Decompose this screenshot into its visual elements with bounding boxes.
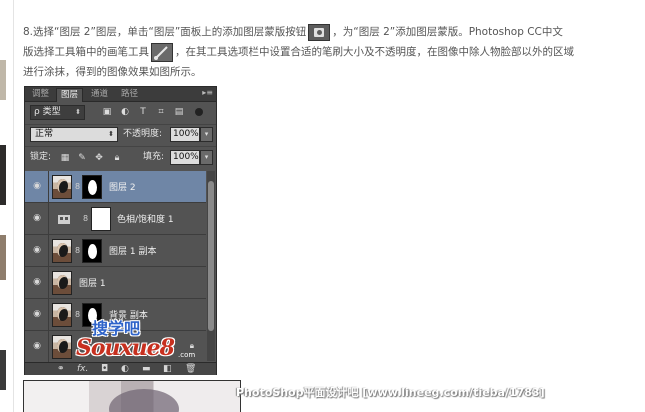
scrollbar-thumb[interactable] [208,181,214,331]
smart-object-filter-icon[interactable]: ▤ [173,106,185,118]
divider [48,331,49,363]
visibility-eye-icon[interactable]: ◉ [31,181,43,191]
panel-tab-bar: 调整 图层 通道 路径 ▸≡ [25,87,216,102]
tab-adjustments[interactable]: 调整 [28,88,53,102]
article-text-segment: 进行涂抹，得到的图像效果如图所示。 [23,66,202,78]
link-chain-icon[interactable]: 8 [75,182,80,191]
visibility-eye-icon[interactable]: ◉ [31,245,43,255]
link-layers-icon[interactable]: ⚭ [57,364,65,375]
article-line: 8.选择“图层 2”图层，单击“图层”面板上的添加图层蒙版按钮 ，为“图层 2”添… [23,22,633,42]
lock-image-icon[interactable]: ✎ [76,152,88,164]
left-thumbnail-image [0,235,6,280]
article-text-segment: ，在其工具选项栏中设置合适的笔刷大小及不透明度，在图像中除人物脸部以外的区域 [175,46,574,58]
blend-mode-value: 正常 [35,129,54,139]
visibility-eye-icon[interactable]: ◉ [31,213,43,223]
fill-label: 填充: [143,152,165,162]
visibility-eye-icon[interactable]: ◉ [31,277,43,287]
trash-icon[interactable]: 🗑︎ [185,364,196,375]
opacity-label: 不透明度: [123,129,163,139]
page-left-strip [0,0,10,412]
pixel-filter-icon[interactable]: ▣ [101,106,113,118]
divider [48,267,49,299]
filter-row: ρ 类型 ⬍ ▣ ◐ T ⌗ ▤ [25,102,216,124]
left-thumbnail-image [0,60,6,100]
lock-position-icon[interactable]: ✥ [93,152,105,164]
article-text: 8.选择“图层 2”图层，单击“图层”面板上的添加图层蒙版按钮 ，为“图层 2”添… [23,22,633,82]
tab-channels[interactable]: 通道 [87,88,112,102]
blend-mode-select[interactable]: 正常 ⬍ [30,127,118,142]
layer-thumbnail [52,175,72,199]
opacity-field[interactable]: 100% [170,127,200,142]
layer-row[interactable]: ◉ 8 图层 1 副本 [25,235,206,267]
watermark-com: .com [178,351,196,359]
layer-row[interactable]: ◉ 8 图层 2 [25,171,206,203]
layer-name: 图层 2 [109,183,136,193]
layer-name: 色相/饱和度 1 [117,215,174,225]
folder-icon[interactable]: ▬ [142,364,151,375]
fill-dropdown[interactable]: ▾ [200,150,213,165]
lock-transparent-icon[interactable]: ▦ [59,152,71,164]
blend-row: 正常 ⬍ 不透明度: 100% ▾ [25,124,216,146]
add-mask-icon[interactable]: ◘ [101,364,108,375]
panel-menu-icon[interactable]: ▸≡ [202,88,213,97]
layer-thumbnail [52,303,72,327]
divider [48,171,49,203]
fill-field[interactable]: 100% [170,150,200,165]
brush-tool-icon [151,42,173,62]
lock-all-icon[interactable]: 🔒︎ [111,152,123,164]
visibility-eye-icon[interactable]: ◉ [31,341,43,351]
hue-saturation-icon [56,207,76,231]
column-divider [13,0,14,412]
tab-paths[interactable]: 路径 [117,88,142,102]
article-text-segment: 版选择工具箱中的画笔工具 [23,46,149,58]
layer-name: 图层 1 副本 [109,247,157,257]
divider [48,235,49,267]
lock-label: 锁定: [30,152,52,162]
layer-thumbnail [52,239,72,263]
result-photo [23,380,241,412]
layer-mask-thumbnail[interactable] [82,239,102,263]
footer-watermark: PhotoShop平面设计吧 [www.lineeg.com/tieba/178… [236,386,545,399]
opacity-dropdown[interactable]: ▾ [200,127,213,142]
link-chain-icon[interactable]: 8 [75,310,80,319]
type-filter-icon[interactable]: T [137,106,149,118]
panel-bottom-toolbar: ⚭ fx. ◘ ◐ ▬ ◧ 🗑︎ [25,362,216,375]
lock-row: 锁定: ▦ ✎ ✥ 🔒︎ 填充: 100% ▾ [25,146,216,168]
watermark-en: Souxue8 [76,335,175,361]
link-chain-icon[interactable]: 8 [75,246,80,255]
article-line: 进行涂抹，得到的图像效果如图所示。 [23,62,633,82]
lock-icon: 🔒︎ [189,341,194,350]
adjustment-layer-icon[interactable]: ◐ [121,364,129,375]
divider [48,203,49,235]
layer-row[interactable]: ◉ 图层 1 [25,267,206,299]
adjustment-filter-icon[interactable]: ◐ [119,106,131,118]
shape-filter-icon[interactable]: ⌗ [155,106,167,118]
link-chain-icon[interactable]: 8 [83,214,88,223]
filter-type-label: ρ 类型 [34,107,61,117]
filter-toggle-icon[interactable] [195,108,203,116]
layer-name: 图层 1 [79,279,106,289]
visibility-eye-icon[interactable]: ◉ [31,309,43,319]
article-line: 版选择工具箱中的画笔工具 ，在其工具选项栏中设置合适的笔刷大小及不透明度，在图像中… [23,42,633,62]
fx-icon[interactable]: fx. [77,364,88,375]
layers-scrollbar[interactable] [207,171,215,361]
layer-mask-thumbnail[interactable] [82,175,102,199]
divider [48,299,49,331]
layer-thumbnail [52,271,72,295]
new-layer-icon[interactable]: ◧ [163,364,172,375]
filter-type-select[interactable]: ρ 类型 ⬍ [30,105,85,120]
add-mask-icon [308,23,331,41]
layer-thumbnail [52,335,72,359]
left-thumbnail-image [0,145,6,205]
tab-layers[interactable]: 图层 [56,88,84,102]
layer-mask-thumbnail[interactable] [91,207,111,231]
article-text-segment: ，为“图层 2”添加图层蒙版。Photoshop CC中文 [332,26,563,38]
left-thumbnail-image [0,350,6,390]
article-text-segment: 8.选择“图层 2”图层，单击“图层”面板上的添加图层蒙版按钮 [23,26,307,38]
layer-row[interactable]: ◉ 8 色相/饱和度 1 [25,203,206,235]
